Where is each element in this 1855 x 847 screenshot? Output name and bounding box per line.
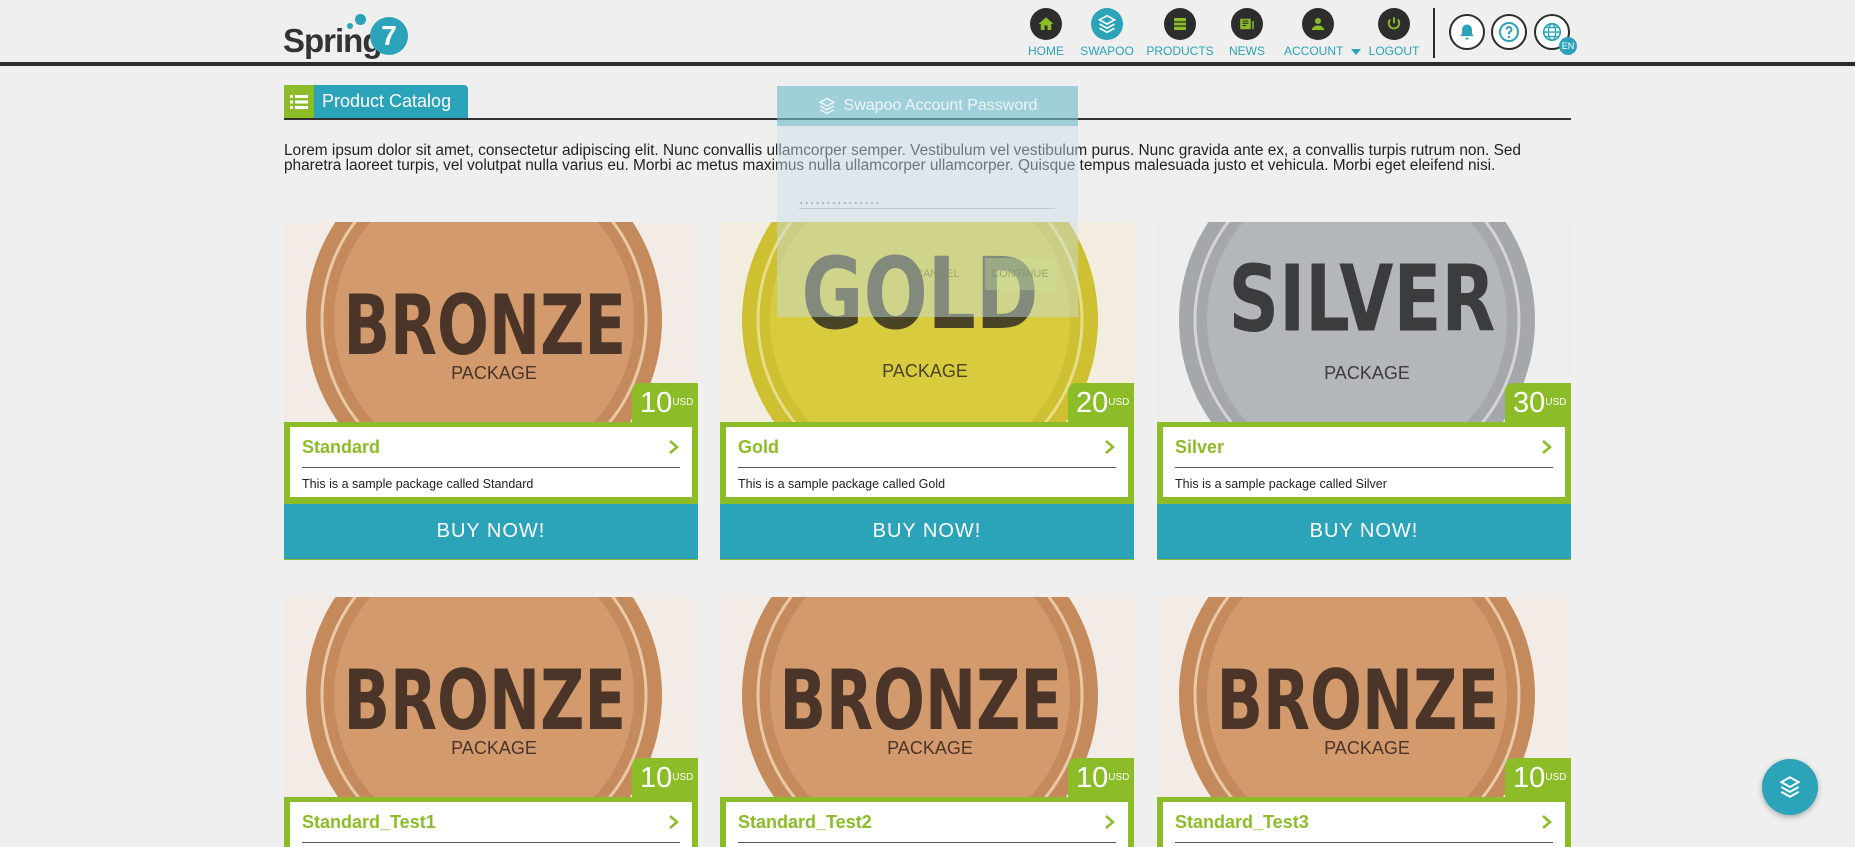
nav-logout[interactable]: LOGOUT xyxy=(1369,8,1419,60)
nav-products[interactable]: PRODUCTS xyxy=(1146,8,1214,60)
product-name[interactable]: Silver xyxy=(1175,437,1224,458)
product-card-standard-test3[interactable]: BRONZE PACKAGE 10USD Standard_Test3 xyxy=(1157,597,1571,847)
product-name[interactable]: Standard_Test3 xyxy=(1175,812,1309,833)
chevron-right-icon[interactable] xyxy=(668,439,680,455)
nav-home[interactable]: HOME xyxy=(1028,8,1064,60)
svg-text:BRONZE: BRONZE xyxy=(343,653,626,749)
password-input[interactable]: ............... xyxy=(799,192,881,208)
product-name[interactable]: Gold xyxy=(738,437,779,458)
help-icon xyxy=(1499,22,1519,42)
product-description: This is a sample package called Silver xyxy=(1175,477,1387,491)
svg-text:PACKAGE: PACKAGE xyxy=(1324,363,1410,383)
svg-text:BRONZE: BRONZE xyxy=(1216,653,1499,749)
svg-text:PACKAGE: PACKAGE xyxy=(887,738,973,758)
svg-text:PACKAGE: PACKAGE xyxy=(882,361,968,381)
home-icon xyxy=(1030,8,1062,40)
price-tag: 10USD xyxy=(1068,758,1134,797)
product-card-silver[interactable]: SILVER PACKAGE 30USD Silver This is a sa… xyxy=(1157,222,1571,560)
products-grid-icon xyxy=(1164,8,1196,40)
svg-text:PACKAGE: PACKAGE xyxy=(451,363,537,383)
svg-text:SILVER: SILVER xyxy=(1229,246,1496,353)
cancel-button[interactable]: CANCEL xyxy=(915,258,960,290)
product-description: This is a sample package called Gold xyxy=(738,477,946,491)
price-tag: 30USD xyxy=(1505,383,1571,422)
swapoo-icon xyxy=(1779,776,1801,798)
power-icon xyxy=(1378,8,1410,40)
product-description: This is a sample package called Standard xyxy=(302,477,534,491)
notifications-button[interactable] xyxy=(1449,14,1485,50)
user-icon xyxy=(1302,8,1334,40)
nav-swapoo[interactable]: SWAPOO xyxy=(1080,8,1134,60)
nav-account[interactable]: ACCOUNT xyxy=(1284,8,1362,60)
product-name[interactable]: Standard xyxy=(302,437,380,458)
product-card-standard[interactable]: BRONZE PACKAGE 10USD Standard This is a … xyxy=(284,222,698,560)
product-name[interactable]: Standard_Test2 xyxy=(738,812,872,833)
buy-now-button[interactable]: BUY NOW! xyxy=(1157,504,1571,559)
svg-text:PACKAGE: PACKAGE xyxy=(1324,738,1410,758)
continue-button[interactable]: CONTINUE xyxy=(985,258,1055,290)
chevron-right-icon[interactable] xyxy=(1541,439,1553,455)
svg-text:BRONZE: BRONZE xyxy=(779,653,1062,749)
svg-text:PACKAGE: PACKAGE xyxy=(451,738,537,758)
chevron-right-icon[interactable] xyxy=(1104,439,1116,455)
swapoo-password-dialog[interactable]: Swapoo Account Password ............... … xyxy=(777,86,1078,317)
globe-icon xyxy=(1542,22,1562,42)
swapoo-icon xyxy=(818,97,835,115)
news-icon xyxy=(1231,8,1263,40)
logo-text: Spring xyxy=(283,22,382,59)
catalog-title-tab: Product Catalog xyxy=(284,85,468,119)
chevron-down-icon xyxy=(1351,48,1362,55)
logo-number: 7 xyxy=(370,17,408,55)
spring7-logo[interactable]: Spring 7 xyxy=(283,8,413,59)
nav-news[interactable]: NEWS xyxy=(1229,8,1265,60)
swapoo-icon xyxy=(1091,8,1123,40)
list-icon xyxy=(284,85,314,119)
dialog-title: Swapoo Account Password xyxy=(843,97,1038,114)
page-title: Product Catalog xyxy=(322,91,452,111)
price-tag: 10USD xyxy=(1505,758,1571,797)
top-header: Spring 7 HOME SWAPOO PRODUCTS NEWS ACCOU… xyxy=(0,0,1855,66)
product-card-standard-test1[interactable]: BRONZE PACKAGE 10USD Standard_Test1 xyxy=(284,597,698,847)
price-tag: 10USD xyxy=(632,383,698,422)
svg-text:BRONZE: BRONZE xyxy=(343,278,626,374)
nav-divider xyxy=(1433,8,1435,58)
buy-now-button[interactable]: BUY NOW! xyxy=(720,504,1134,559)
product-card-standard-test2[interactable]: BRONZE PACKAGE 10USD Standard_Test2 xyxy=(720,597,1134,847)
language-badge: EN xyxy=(1559,37,1577,55)
chevron-right-icon[interactable] xyxy=(1104,814,1116,830)
swapoo-fab-button[interactable] xyxy=(1762,759,1818,815)
help-button[interactable] xyxy=(1491,14,1527,50)
price-tag: 10USD xyxy=(632,758,698,797)
chevron-right-icon[interactable] xyxy=(668,814,680,830)
price-tag: 20USD xyxy=(1068,383,1134,422)
bell-icon xyxy=(1460,24,1474,40)
product-name[interactable]: Standard_Test1 xyxy=(302,812,436,833)
buy-now-button[interactable]: BUY NOW! xyxy=(284,504,698,559)
chevron-right-icon[interactable] xyxy=(1541,814,1553,830)
